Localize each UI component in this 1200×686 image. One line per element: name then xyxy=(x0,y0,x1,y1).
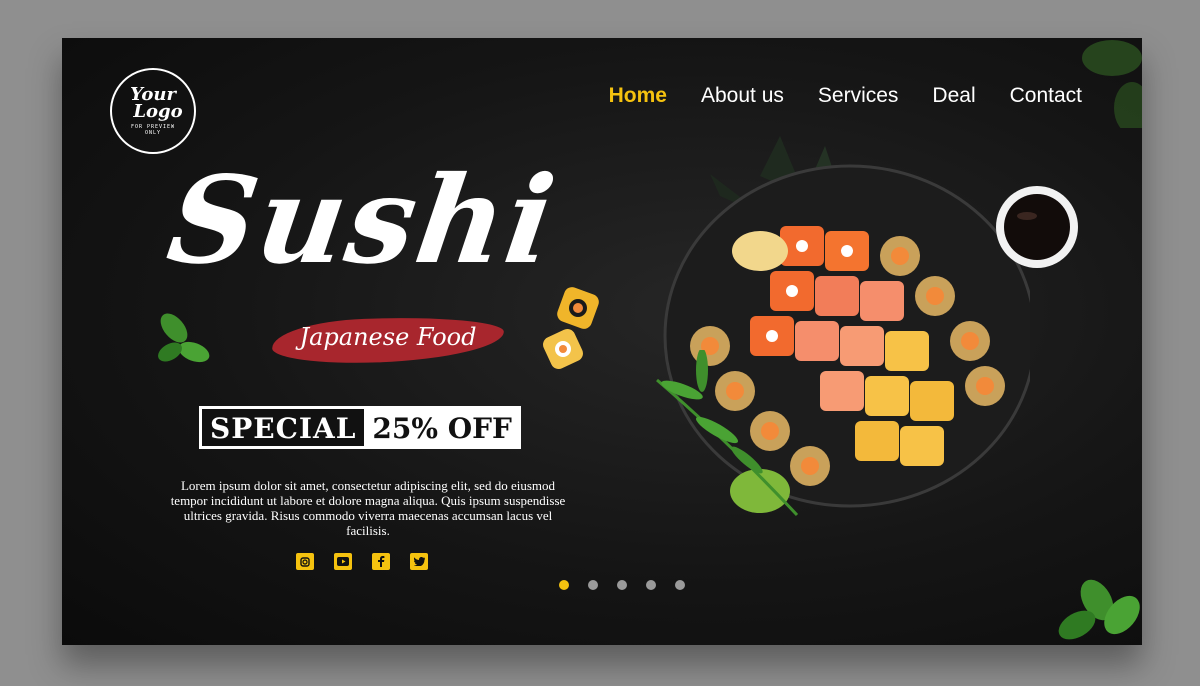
sushi-roll-image xyxy=(543,287,599,369)
carousel-indicators xyxy=(559,580,685,590)
corner-leaf-image xyxy=(1058,579,1140,640)
nav-about-us[interactable]: About us xyxy=(701,84,784,108)
soy-sauce-bowl-image xyxy=(996,186,1078,268)
nav-home[interactable]: Home xyxy=(609,84,667,108)
description-text: Lorem ipsum dolor sit amet, consectetur … xyxy=(170,478,566,538)
landing-page: Your Logo FOR PREVIEW ONLY Home About us… xyxy=(62,38,1142,645)
basil-leaf-image xyxy=(158,313,210,363)
discount-label: 25% OFF xyxy=(364,409,518,446)
nav-deal[interactable]: Deal xyxy=(932,84,975,108)
hero-title: Sushi xyxy=(160,150,565,291)
carousel-dot-3[interactable] xyxy=(617,580,627,590)
carousel-dot-1[interactable] xyxy=(559,580,569,590)
instagram-icon[interactable] xyxy=(296,553,314,570)
logo-tagline: FOR PREVIEW ONLY xyxy=(130,124,176,136)
special-offer-badge: SPECIAL 25% OFF xyxy=(199,406,521,449)
nav-services[interactable]: Services xyxy=(818,84,899,108)
special-label: SPECIAL xyxy=(202,409,365,446)
carousel-dot-5[interactable] xyxy=(675,580,685,590)
logo[interactable]: Your Logo FOR PREVIEW ONLY xyxy=(110,68,196,154)
carousel-dot-4[interactable] xyxy=(646,580,656,590)
social-links xyxy=(296,553,428,570)
hero-subtitle: Japanese Food xyxy=(299,323,477,351)
blurred-leaf-image xyxy=(1082,40,1142,128)
youtube-icon[interactable] xyxy=(334,553,352,570)
logo-line-2: Logo xyxy=(133,101,183,122)
twitter-icon[interactable] xyxy=(410,553,428,570)
facebook-icon[interactable] xyxy=(372,553,390,570)
carousel-dot-2[interactable] xyxy=(588,580,598,590)
herb-sprig-image xyxy=(656,350,799,517)
main-nav: Home About us Services Deal Contact xyxy=(609,84,1082,108)
